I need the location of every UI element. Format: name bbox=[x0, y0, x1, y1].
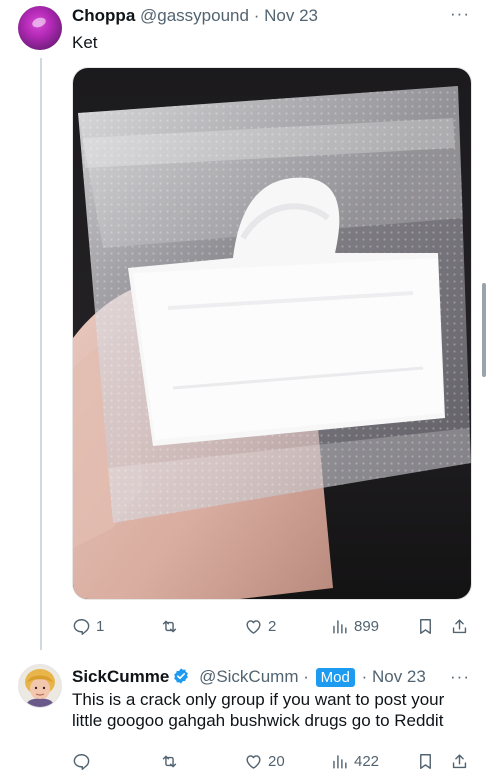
views-count: 899 bbox=[354, 617, 380, 635]
tweet-date[interactable]: Nov 23 bbox=[372, 667, 426, 686]
like-icon bbox=[246, 619, 261, 634]
retweet-button[interactable] bbox=[160, 614, 179, 638]
avatar-choppa[interactable] bbox=[18, 6, 62, 50]
bookmark-icon bbox=[420, 618, 431, 634]
bookmark-button[interactable] bbox=[416, 749, 435, 773]
like-count: 20 bbox=[268, 752, 285, 770]
retweet-icon bbox=[162, 620, 177, 632]
share-button[interactable] bbox=[450, 614, 469, 638]
separator-dot: · bbox=[303, 667, 309, 686]
reply-icon bbox=[73, 753, 90, 770]
like-icon bbox=[246, 754, 261, 769]
tweet1-header: Choppa @gassypound · Nov 23 bbox=[72, 6, 318, 26]
share-icon bbox=[452, 618, 467, 633]
more-options-icon[interactable]: ··· bbox=[450, 4, 470, 24]
like-button[interactable]: 20 bbox=[244, 749, 285, 773]
mod-badge: Mod bbox=[315, 668, 355, 687]
tweet1-text: Ket bbox=[72, 33, 98, 52]
author-handle[interactable]: @SickCumm bbox=[199, 667, 298, 686]
retweet-button[interactable] bbox=[160, 749, 179, 773]
tweet1-action-bar: 1 2 899 bbox=[72, 614, 472, 638]
share-button[interactable] bbox=[450, 749, 469, 773]
like-count: 2 bbox=[268, 617, 277, 635]
views-count: 422 bbox=[354, 752, 380, 770]
views-icon bbox=[333, 619, 347, 634]
thread-connector-line bbox=[40, 58, 42, 650]
tweet2-text: This is a crack only group if you want t… bbox=[72, 690, 445, 730]
author-name[interactable]: Choppa bbox=[72, 6, 135, 25]
separator-dot: · bbox=[361, 667, 368, 686]
verified-badge-icon bbox=[174, 668, 189, 684]
reply-icon bbox=[73, 618, 90, 635]
author-name[interactable]: SickCumme bbox=[72, 667, 169, 686]
like-button[interactable]: 2 bbox=[244, 614, 276, 638]
bookmark-button[interactable] bbox=[416, 614, 435, 638]
more-options-icon[interactable]: ··· bbox=[450, 667, 470, 687]
share-icon bbox=[452, 753, 467, 768]
separator-dot: · bbox=[253, 6, 260, 25]
views-button[interactable]: 899 bbox=[330, 614, 379, 638]
tweet-photo[interactable] bbox=[72, 67, 472, 600]
tweet2-header: SickCumme @SickCumm · Mod · Nov 23 bbox=[72, 667, 426, 687]
views-icon bbox=[333, 754, 347, 769]
author-handle[interactable]: @gassypound bbox=[140, 6, 249, 25]
avatar-portrait-image bbox=[19, 665, 61, 707]
reply-button[interactable] bbox=[72, 749, 91, 773]
scrollbar-thumb[interactable] bbox=[482, 283, 486, 377]
views-button[interactable]: 422 bbox=[330, 749, 379, 773]
reply-button[interactable]: 1 bbox=[72, 614, 104, 638]
tweet2-action-bar: 20 422 bbox=[72, 749, 472, 773]
reply-count: 1 bbox=[96, 617, 105, 635]
avatar-sickcumme[interactable] bbox=[18, 664, 62, 708]
bookmark-icon bbox=[420, 753, 431, 769]
tweet-date[interactable]: Nov 23 bbox=[264, 6, 318, 25]
retweet-icon bbox=[162, 755, 177, 767]
photo-baggie-image bbox=[73, 68, 471, 599]
